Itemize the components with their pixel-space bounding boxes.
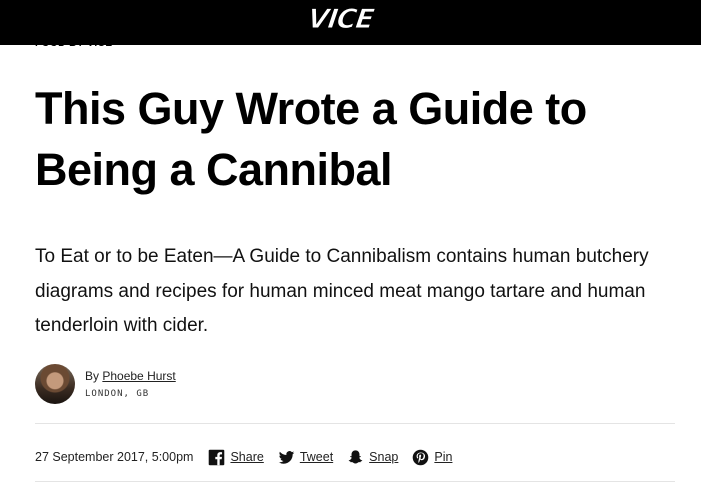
pin-label: Pin [434, 450, 453, 464]
snap-label: Snap [369, 450, 399, 464]
vice-logo[interactable]: VICE [305, 4, 376, 36]
article-dek: To Eat or to be Eaten—A Guide to Canniba… [35, 246, 649, 336]
snapchat-icon [348, 449, 363, 464]
author-location: LONDON, GB [85, 389, 150, 399]
article-headline: This Guy Wrote a Guide to Being a Cannib… [35, 83, 587, 195]
snapchat-share-button[interactable]: Snap [347, 449, 398, 466]
pinterest-share-button[interactable]: Pin [412, 449, 452, 466]
author-link[interactable]: Phoebe Hurst [102, 369, 175, 383]
article-meta-bar: 27 September 2017, 5:00pm Share Tweet Sn… [35, 447, 466, 467]
byline: By Phoebe Hurst LONDON, GB [35, 364, 176, 404]
byline-prefix: By [85, 369, 100, 383]
divider-top [35, 423, 675, 424]
pinterest-icon [413, 449, 429, 465]
byline-text: By Phoebe Hurst LONDON, GB [85, 368, 176, 400]
share-label: Share [230, 450, 264, 464]
twitter-share-button[interactable]: Tweet [278, 449, 333, 466]
twitter-icon [278, 450, 295, 464]
facebook-icon [209, 449, 225, 465]
byline-author-row: By Phoebe Hurst [85, 368, 176, 384]
publish-date: 27 September 2017, 5:00pm [35, 450, 194, 464]
tweet-label: Tweet [299, 450, 334, 464]
section-label[interactable]: FOOD BY VICE [35, 39, 113, 49]
author-avatar[interactable] [35, 364, 75, 404]
facebook-share-button[interactable]: Share [208, 449, 264, 466]
divider-bottom [35, 481, 675, 482]
